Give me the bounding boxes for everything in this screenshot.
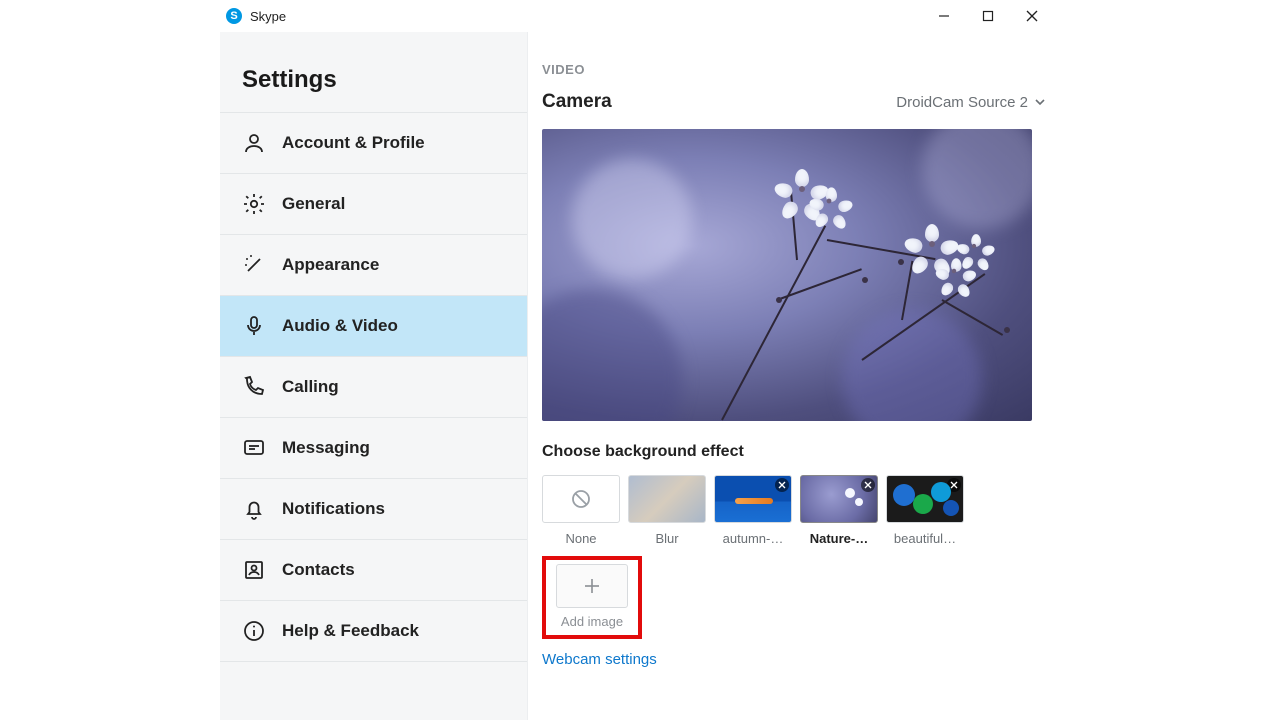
sidebar-item-label: Audio & Video: [282, 316, 398, 336]
sidebar-item-label: Appearance: [282, 255, 379, 275]
settings-sidebar: Settings Account & Profile General Appea…: [220, 32, 528, 720]
person-icon: [242, 131, 266, 155]
chevron-down-icon: [1034, 96, 1046, 108]
sidebar-item-account-profile[interactable]: Account & Profile: [220, 112, 527, 174]
bg-caption: None: [565, 531, 596, 546]
bg-thumb-nature[interactable]: [800, 475, 878, 523]
plus-icon: [581, 575, 603, 597]
sidebar-item-help-feedback[interactable]: Help & Feedback: [220, 601, 527, 662]
background-effect-row: None Blur autumn-…: [542, 475, 1046, 546]
bg-caption: beautiful…: [894, 531, 956, 546]
close-button[interactable]: [1010, 2, 1054, 30]
add-image-label: Add image: [561, 614, 623, 629]
skype-icon: S: [226, 8, 242, 24]
sidebar-item-label: Notifications: [282, 499, 385, 519]
sidebar-item-label: Contacts: [282, 560, 355, 580]
bell-icon: [242, 497, 266, 521]
skype-settings-window: S Skype Settings Account & Profile: [220, 0, 1060, 720]
bg-item-blur: Blur: [628, 475, 706, 546]
sidebar-item-label: Calling: [282, 377, 339, 397]
bg-item-none: None: [542, 475, 620, 546]
sidebar-item-contacts[interactable]: Contacts: [220, 540, 527, 601]
gear-icon: [242, 192, 266, 216]
bg-caption: Blur: [655, 531, 678, 546]
sidebar-item-label: Messaging: [282, 438, 370, 458]
microphone-icon: [242, 314, 266, 338]
wand-icon: [242, 253, 266, 277]
sidebar-item-notifications[interactable]: Notifications: [220, 479, 527, 540]
webcam-settings-link[interactable]: Webcam settings: [542, 651, 657, 668]
contacts-icon: [242, 558, 266, 582]
titlebar: S Skype: [220, 0, 1060, 32]
camera-selected-value: DroidCam Source 2: [896, 94, 1028, 111]
bg-thumb-beautiful[interactable]: [886, 475, 964, 523]
sidebar-item-label: Account & Profile: [282, 133, 425, 153]
audio-video-panel: VIDEO Camera DroidCam Source 2: [528, 32, 1060, 720]
sidebar-item-appearance[interactable]: Appearance: [220, 235, 527, 296]
info-icon: [242, 619, 266, 643]
sidebar-item-audio-video[interactable]: Audio & Video: [220, 296, 527, 357]
add-image-highlight: Add image: [542, 556, 642, 639]
camera-select[interactable]: DroidCam Source 2: [896, 94, 1046, 111]
settings-heading: Settings: [220, 32, 527, 112]
camera-label: Camera: [542, 91, 612, 113]
bg-item-autumn: autumn-…: [714, 475, 792, 546]
sidebar-item-calling[interactable]: Calling: [220, 357, 527, 418]
bg-item-beautiful: beautiful…: [886, 475, 964, 546]
bg-remove-button[interactable]: [861, 478, 875, 492]
message-icon: [242, 436, 266, 460]
camera-preview: [542, 129, 1032, 421]
background-effect-label: Choose background effect: [542, 443, 1046, 461]
bg-thumb-blur[interactable]: [628, 475, 706, 523]
add-image-button[interactable]: [556, 564, 628, 608]
bg-thumb-autumn[interactable]: [714, 475, 792, 523]
bg-thumb-none[interactable]: [542, 475, 620, 523]
maximize-button[interactable]: [966, 2, 1010, 30]
sidebar-item-messaging[interactable]: Messaging: [220, 418, 527, 479]
bg-remove-button[interactable]: [775, 478, 789, 492]
window-title: Skype: [250, 9, 286, 24]
sidebar-item-label: Help & Feedback: [282, 621, 419, 641]
bg-item-nature: Nature-…: [800, 475, 878, 546]
section-label-video: VIDEO: [542, 62, 1046, 77]
sidebar-item-label: General: [282, 194, 345, 214]
sidebar-item-general[interactable]: General: [220, 174, 527, 235]
bg-caption: autumn-…: [723, 531, 784, 546]
prohibit-icon: [570, 488, 592, 510]
bg-caption: Nature-…: [810, 531, 869, 546]
phone-icon: [242, 375, 266, 399]
minimize-button[interactable]: [922, 2, 966, 30]
